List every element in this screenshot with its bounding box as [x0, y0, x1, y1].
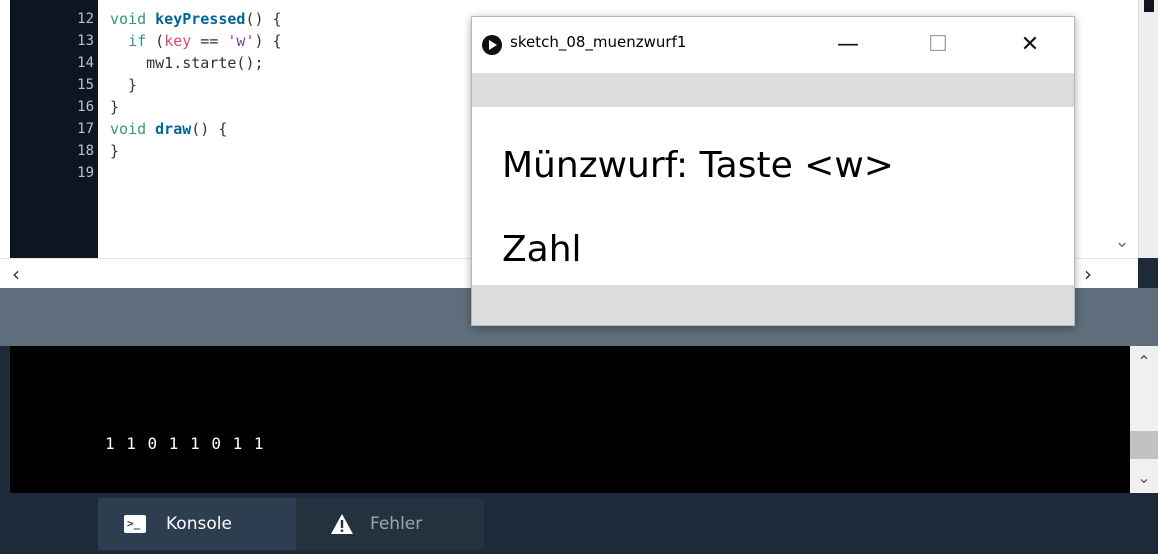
code-line[interactable]: mw1.starte(); [110, 52, 264, 74]
code-token: 'w' [227, 32, 255, 50]
maximize-button[interactable]: ☐ [918, 27, 958, 63]
line-number: 19 [77, 165, 94, 181]
code-token: void [110, 120, 156, 138]
code-line[interactable]: } [110, 96, 119, 118]
code-token: () { [245, 10, 282, 28]
code-line[interactable]: } [110, 140, 119, 162]
editor-scroll-thumb[interactable] [1144, 0, 1154, 12]
line-number: 13 [77, 33, 94, 49]
tab-console-label: Konsole [166, 514, 232, 534]
canvas-text-prompt: Münzwurf: Taste <w> [502, 145, 894, 186]
line-number: 15 [77, 77, 94, 93]
canvas-text-result: Zahl [502, 229, 582, 270]
sketch-window-bottom-band [472, 285, 1074, 325]
line-number: 14 [77, 55, 94, 71]
tab-errors-label: Fehler [370, 514, 423, 534]
tab-console[interactable]: >_ Konsole [98, 498, 296, 550]
code-token: key [164, 32, 192, 50]
code-token: == [191, 32, 228, 50]
chevron-up-icon[interactable]: ⌃ [1130, 352, 1158, 372]
code-token: void [110, 10, 156, 28]
editor-vertical-scrollbar[interactable] [1138, 0, 1158, 258]
code-token: if [128, 32, 147, 50]
console-scrollbar[interactable]: ⌃ ⌄ [1130, 346, 1158, 493]
console-output: 1 1 0 1 1 0 1 1 [105, 434, 265, 453]
chevron-down-icon[interactable]: ⌄ [1130, 468, 1158, 488]
sketch-window-title: sketch_08_muenzwurf1 [510, 33, 687, 51]
sketch-window-top-band [472, 73, 1074, 107]
code-token: draw [155, 120, 192, 138]
console-icon: >_ [124, 515, 146, 533]
code-line[interactable]: void keyPressed() { [110, 8, 282, 30]
code-line[interactable]: if (key == 'w') { [110, 30, 282, 52]
warning-icon [331, 514, 353, 534]
footer-tab-bar: >_ Konsole Fehler [0, 493, 1158, 554]
minimize-button[interactable]: — [828, 27, 868, 63]
sketch-canvas[interactable]: Münzwurf: Taste <w> Zahl [472, 107, 1074, 285]
chevron-left-icon[interactable]: ‹ [4, 261, 28, 287]
chevron-right-icon[interactable]: › [1076, 261, 1100, 287]
code-token: keyPressed [155, 10, 246, 28]
scrollbar-corner [1138, 258, 1158, 288]
code-token: } [110, 142, 120, 160]
console-scroll-thumb[interactable] [1130, 431, 1158, 459]
line-number-gutter: 12 13 14 15 16 17 18 19 [10, 0, 98, 258]
close-button[interactable]: ✕ [1010, 27, 1050, 63]
code-token: () { [191, 120, 228, 138]
code-line[interactable]: void draw() { [110, 118, 227, 140]
code-token: mw1.starte(); [110, 54, 264, 72]
console-panel[interactable]: 1 1 0 1 1 0 1 1 [10, 346, 1130, 493]
processing-ide: 12 13 14 15 16 17 18 19 void keyPressed() { if … [0, 0, 1158, 554]
code-token: ) { [254, 32, 282, 50]
code-line[interactable]: } [110, 74, 137, 96]
line-number: 12 [77, 11, 94, 27]
line-number: 18 [77, 143, 94, 159]
line-number: 17 [77, 121, 94, 137]
code-token: } [110, 76, 138, 94]
sketch-window-titlebar[interactable]: sketch_08_muenzwurf1 — ☐ ✕ [472, 17, 1074, 73]
play-icon [482, 35, 502, 55]
code-token: ( [146, 32, 165, 50]
chevron-down-icon[interactable]: ⌄ [1110, 230, 1134, 254]
sketch-window[interactable]: sketch_08_muenzwurf1 — ☐ ✕ Münzwurf: Tas… [471, 16, 1075, 326]
tab-errors[interactable]: Fehler [296, 498, 484, 550]
line-number: 16 [77, 99, 94, 115]
code-token: } [110, 98, 120, 116]
